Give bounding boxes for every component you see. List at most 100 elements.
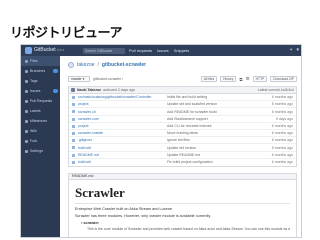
files-icon <box>25 59 28 63</box>
file-row[interactable]: build.sbt Fix build project configuration… <box>69 159 296 166</box>
clone-url-input[interactable]: HTTP <box>252 76 268 82</box>
file-row[interactable]: scrawler-crawler Move building ideas 6 mon… <box>69 130 296 138</box>
top-nav: Pull requests Issues Snippets <box>129 48 189 53</box>
file-time: 6 months ago <box>271 159 293 164</box>
top-navbar: GitBucket4.x.x Search GitBucket Pull req… <box>21 45 301 56</box>
history-button[interactable]: History <box>220 76 237 82</box>
file-icon <box>72 146 75 150</box>
file-name[interactable]: project <box>78 102 89 106</box>
file-commit-message[interactable]: Move building ideas <box>167 131 198 135</box>
file-row[interactable]: project Update sbt and scalafmt version 5 … <box>69 101 296 109</box>
branch-selector[interactable]: master ▾ <box>68 76 90 82</box>
folder-icon <box>72 117 75 121</box>
sidebar-item-wiki[interactable]: Wiki <box>21 126 60 136</box>
file-row[interactable]: scrawler-cli Add README for scrawler buil… <box>69 108 296 116</box>
copy-icon[interactable]: ⧉ <box>239 77 242 82</box>
file-commit-message[interactable]: Add README for scrawler build <box>167 110 217 114</box>
nav-snippets[interactable]: Snippets <box>174 48 190 53</box>
readme-header: README.md <box>68 173 297 180</box>
readme-paragraph: Enterprise Web Crawler built on Akka Str… <box>75 207 173 211</box>
sidebar: Files Branches Tags Issues Pull Requests… <box>21 56 60 237</box>
readme-title: Scrawler <box>75 185 290 204</box>
file-time: 5 months ago <box>271 145 293 150</box>
sidebar-item-pull-requests[interactable]: Pull Requests <box>21 96 60 106</box>
readme-list-item: • scrawler <box>81 221 99 225</box>
app-window: GitBucket4.x.x Search GitBucket Pull req… <box>20 44 302 238</box>
latest-commit-id[interactable]: Latest commit 1a2b3c4 <box>258 88 294 92</box>
file-name[interactable]: .gitignore <box>78 138 92 142</box>
file-icon <box>72 160 75 164</box>
file-row[interactable]: project Add CLI for recreate indexes 6 mon… <box>69 123 296 130</box>
file-icon <box>72 139 75 143</box>
milestone-icon <box>25 119 28 123</box>
all-files-button[interactable]: All files <box>200 76 218 82</box>
sidebar-item-milestones[interactable]: Milestones <box>21 116 60 126</box>
path-breadcrumb: gitbucket-scrawler / <box>93 77 124 81</box>
readme-content: Scrawler Enterprise Web Crawler built on… <box>68 180 297 237</box>
file-name[interactable]: scrawler-cli <box>78 110 96 114</box>
sidebar-item-issues[interactable]: Issues <box>21 86 60 96</box>
folder-icon <box>72 131 75 135</box>
file-row[interactable]: .gitignore Ignore sbt files 6 months ago <box>69 137 296 145</box>
user-menu-icon[interactable]: ▾ <box>296 47 299 53</box>
file-toolbar: master ▾ gitbucket-scrawler / All files … <box>68 76 297 83</box>
branch-icon <box>25 69 28 73</box>
sidebar-item-settings[interactable]: Settings <box>21 146 60 156</box>
sidebar-item-tags[interactable]: Tags <box>21 76 60 86</box>
file-name[interactable]: build.sbt <box>78 160 91 164</box>
download-zip-button[interactable]: Download ZIP <box>270 76 297 82</box>
file-time: 6 months ago <box>271 131 293 136</box>
file-time: 6 months ago <box>271 138 293 143</box>
commit-author[interactable]: Naoki Takezoe <box>77 88 101 92</box>
tag-icon <box>25 79 28 83</box>
file-row[interactable]: README.md Update README.md 6 months ago <box>69 152 296 159</box>
file-commit-message[interactable]: Update sbt version <box>167 146 196 150</box>
avatar <box>71 88 75 92</box>
nav-pull-requests[interactable]: Pull requests <box>129 48 152 53</box>
count-badge <box>53 89 58 93</box>
fork-icon <box>25 139 28 143</box>
file-commit-message[interactable]: Ignore sbt files <box>167 138 190 142</box>
pull-request-icon <box>25 99 28 103</box>
label-icon <box>25 109 28 113</box>
file-name[interactable]: README.md <box>78 153 99 157</box>
global-search-input[interactable]: Search GitBucket <box>83 47 125 54</box>
file-row[interactable]: build.sbt Update sbt version 5 months ago <box>69 144 296 152</box>
repo-avatar-icon <box>68 62 74 68</box>
sidebar-item-fork[interactable]: Fork <box>21 136 60 146</box>
sidebar-item-labels[interactable]: Labels <box>21 106 60 116</box>
file-commit-message[interactable]: Update README.md <box>167 153 200 157</box>
repo-owner-link[interactable]: takezoe <box>77 62 95 68</box>
folder-icon <box>72 124 75 128</box>
file-commit-message[interactable]: Add Elasticsearch support <box>167 117 208 121</box>
latest-commit-row: Naoki Takezoe authored 2 days ago Latest… <box>69 87 296 94</box>
sidebar-item-files[interactable]: Files <box>21 56 60 66</box>
file-time: 5 months ago <box>271 102 293 107</box>
sidebar-item-branches[interactable]: Branches <box>21 66 60 76</box>
folder-icon <box>72 103 75 107</box>
readme-paragraph: Scrawler has three modules. However, onl… <box>75 214 212 218</box>
file-name[interactable]: project <box>78 124 89 128</box>
file-commit-message[interactable]: Fix build project configuration <box>167 160 213 164</box>
file-time: 6 months ago <box>271 152 293 157</box>
commit-message: authored 2 days ago <box>103 88 135 92</box>
repo-name-link[interactable]: gitbucket-scrawler <box>102 62 146 68</box>
repo-header: takezoe / gitbucket-scrawler <box>68 62 146 68</box>
file-row[interactable]: scrawler-core Add Elasticsearch support 5 … <box>69 116 296 123</box>
app-logo-icon[interactable] <box>25 47 32 54</box>
plus-icon[interactable]: + <box>290 47 293 53</box>
file-name[interactable]: src/main/scala/org/gitbucket/scrawler/Co… <box>78 95 152 99</box>
gear-icon <box>25 149 28 153</box>
nav-issues[interactable]: Issues <box>157 48 169 53</box>
file-commit-message[interactable]: Add CLI for recreate indexes <box>167 124 212 128</box>
file-row[interactable]: src/main/scala/org/gitbucket/scrawler/Co… <box>69 94 296 102</box>
file-commit-message[interactable]: Initial file and build setting <box>167 95 207 99</box>
file-list: Naoki Takezoe authored 2 days ago Latest… <box>68 86 297 167</box>
file-name[interactable]: scrawler-crawler <box>78 131 103 135</box>
file-time: 6 months ago <box>271 95 293 100</box>
file-commit-message[interactable]: Update sbt and scalafmt version <box>167 102 217 106</box>
brand-name[interactable]: GitBucket4.x.x <box>34 47 64 53</box>
file-name[interactable]: scrawler-core <box>78 117 99 121</box>
settings-icon[interactable]: ⚙ <box>246 76 250 82</box>
file-name[interactable]: build.sbt <box>78 146 91 150</box>
